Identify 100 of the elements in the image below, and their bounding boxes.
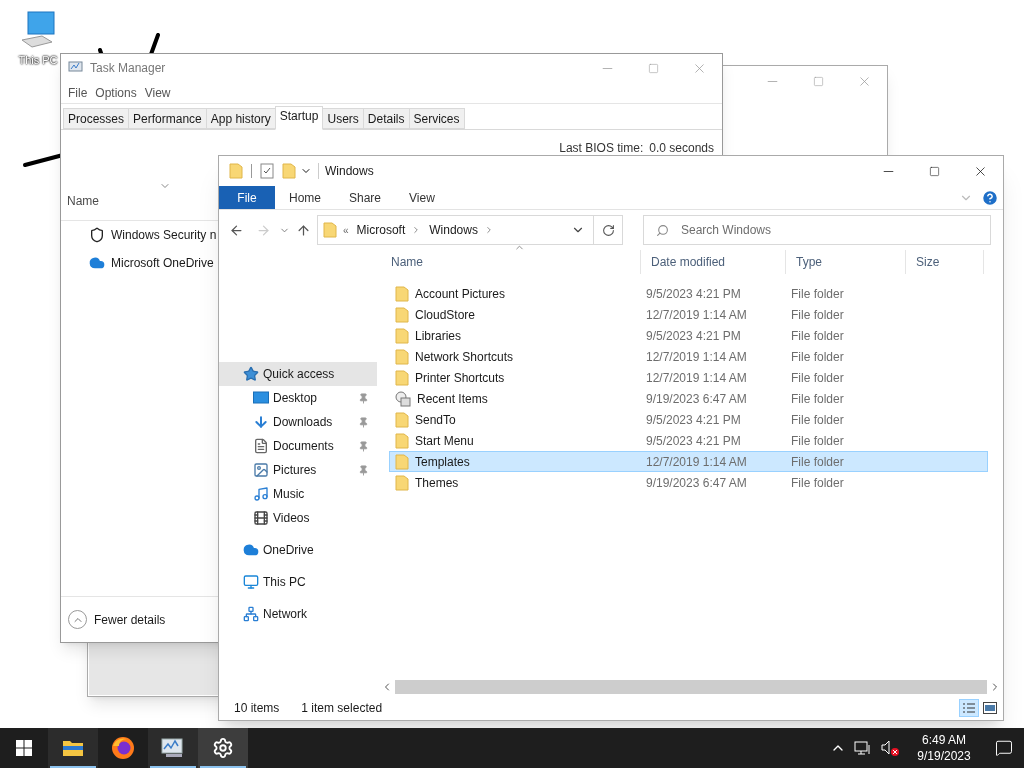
file-row[interactable]: SendTo 9/5/2023 4:21 PM File folder <box>389 409 988 430</box>
muted-volume-icon[interactable] <box>880 739 900 757</box>
folder-icon <box>395 306 409 323</box>
folder-icon <box>395 432 409 449</box>
folder-icon <box>395 327 409 344</box>
new-folder-icon <box>282 163 296 179</box>
up-icon[interactable] <box>296 222 311 238</box>
tab[interactable]: App history <box>205 108 276 129</box>
desktop-icon-label[interactable]: This PC <box>18 52 58 69</box>
file-row[interactable]: Start Menu 9/5/2023 4:21 PM File folder <box>389 430 988 451</box>
tab[interactable]: Processes <box>63 108 130 129</box>
column-header[interactable]: Date modified <box>641 250 786 274</box>
file-row[interactable]: Printer Shortcuts 12/7/2019 1:14 AM File folder <box>389 367 988 388</box>
folder-icon <box>229 163 243 179</box>
folder-icon <box>62 739 84 757</box>
file-row[interactable]: Themes 9/19/2023 6:47 AM File folder <box>389 472 988 493</box>
file-row[interactable]: Recent Items 9/19/2023 6:47 AM File folder <box>389 388 988 409</box>
file-name: Templates <box>415 453 470 471</box>
ribbon-tab[interactable]: Share <box>335 186 396 209</box>
date-cell-text: 9/5/2023 4:21 PM <box>645 432 742 450</box>
fewer-details-button[interactable]: Fewer details <box>68 610 166 629</box>
tab[interactable]: Services <box>408 108 465 129</box>
column-header[interactable]: Type <box>786 250 906 274</box>
column-header[interactable]: Name <box>381 250 641 274</box>
ribbon-tab[interactable]: Home <box>275 186 335 209</box>
back-icon[interactable] <box>229 222 244 238</box>
date-cell-text: 12/7/2019 1:14 AM <box>645 369 748 387</box>
overflow-mark[interactable]: « <box>343 222 349 238</box>
type-cell-text: File folder <box>790 285 844 303</box>
file-row[interactable]: Libraries 9/5/2023 4:21 PM File folder <box>389 325 988 346</box>
nav-item[interactable]: Pictures <box>219 458 377 482</box>
startup-item[interactable]: Windows Security n <box>111 226 217 244</box>
network-icon[interactable] <box>854 740 872 756</box>
type-cell-text: File folder <box>790 348 844 366</box>
window-title: Task Manager <box>90 60 166 77</box>
breadcrumb[interactable]: Microsoft <box>356 221 406 239</box>
file-row[interactable]: Account Pictures 9/5/2023 4:21 PM File folder <box>389 283 988 304</box>
file-tab[interactable]: File <box>219 186 275 209</box>
item-count: 10 items <box>234 699 280 717</box>
nav-item[interactable]: This PC <box>219 570 377 594</box>
large-icons-view-icon[interactable] <box>983 701 997 714</box>
task-manager-icon <box>160 737 186 759</box>
task-manager-icon <box>68 61 84 75</box>
breadcrumb[interactable]: Windows <box>429 221 478 239</box>
taskbar-app[interactable] <box>48 728 98 768</box>
column-header[interactable]: Name <box>67 192 99 210</box>
selection-count: 1 item selected <box>301 699 383 717</box>
type-cell-text: File folder <box>790 390 844 408</box>
search-box[interactable]: Search Windows <box>643 215 991 245</box>
cloud-icon <box>243 542 259 558</box>
file-name: Libraries <box>415 327 462 345</box>
address-bar[interactable]: « Microsoft Windows <box>317 215 623 245</box>
shield-icon <box>89 227 105 243</box>
clock[interactable]: 6:49 AM 9/19/2023 <box>904 728 984 768</box>
nav-item[interactable]: OneDrive <box>219 538 377 562</box>
file-row[interactable]: CloudStore 12/7/2019 1:14 AM File folder <box>389 304 988 325</box>
file-row[interactable]: Network Shortcuts 12/7/2019 1:14 AM File folder <box>389 346 988 367</box>
nav-item[interactable]: Downloads <box>219 410 377 434</box>
download-icon <box>253 414 269 430</box>
notifications-icon[interactable] <box>995 739 1013 757</box>
menu-item[interactable]: Options <box>91 83 141 102</box>
search-icon <box>656 223 669 237</box>
taskbar-app[interactable] <box>148 728 198 768</box>
type-cell-text: File folder <box>790 327 844 345</box>
menu-item[interactable]: View <box>140 83 175 102</box>
tab[interactable]: Performance <box>128 108 207 129</box>
maximize-icon[interactable] <box>928 165 940 177</box>
tab[interactable]: Startup <box>274 106 324 130</box>
file-name: SendTo <box>415 411 456 429</box>
tab[interactable]: Users <box>322 108 364 129</box>
startup-item[interactable]: Microsoft OneDrive <box>111 254 214 272</box>
menu-item[interactable]: File <box>64 83 92 102</box>
folder-icon <box>395 285 409 302</box>
taskbar-app[interactable] <box>198 728 248 768</box>
help-icon[interactable] <box>981 188 999 207</box>
folder-icon <box>395 369 409 386</box>
desktop-icon <box>253 391 269 405</box>
file-name: Recent Items <box>417 390 488 408</box>
monitor-icon <box>243 574 259 590</box>
column-header[interactable]: Size <box>906 250 984 274</box>
date-cell-text: 9/5/2023 4:21 PM <box>645 411 742 429</box>
tab[interactable]: Details <box>362 108 410 129</box>
ribbon-tab[interactable]: View <box>395 186 449 209</box>
nav-item[interactable]: Music <box>219 482 377 506</box>
nav-item[interactable]: Network <box>219 602 377 626</box>
picture-icon <box>253 462 269 478</box>
file-name: CloudStore <box>415 306 476 324</box>
film-icon <box>253 510 269 526</box>
refresh-icon[interactable] <box>601 223 615 237</box>
nav-item[interactable]: Desktop <box>219 386 377 410</box>
type-cell-text: File folder <box>790 453 844 471</box>
properties-icon[interactable] <box>260 163 274 179</box>
type-cell-text: File folder <box>790 369 844 387</box>
file-name: Themes <box>415 474 459 492</box>
type-cell-text: File folder <box>790 432 844 450</box>
file-row[interactable]: Templates 12/7/2019 1:14 AM File folder <box>389 451 988 472</box>
search-field[interactable]: Search Windows <box>681 221 990 239</box>
nav-item[interactable]: Videos <box>219 506 377 530</box>
nav-item[interactable]: Quick access <box>219 362 377 386</box>
nav-item[interactable]: Documents <box>219 434 377 458</box>
